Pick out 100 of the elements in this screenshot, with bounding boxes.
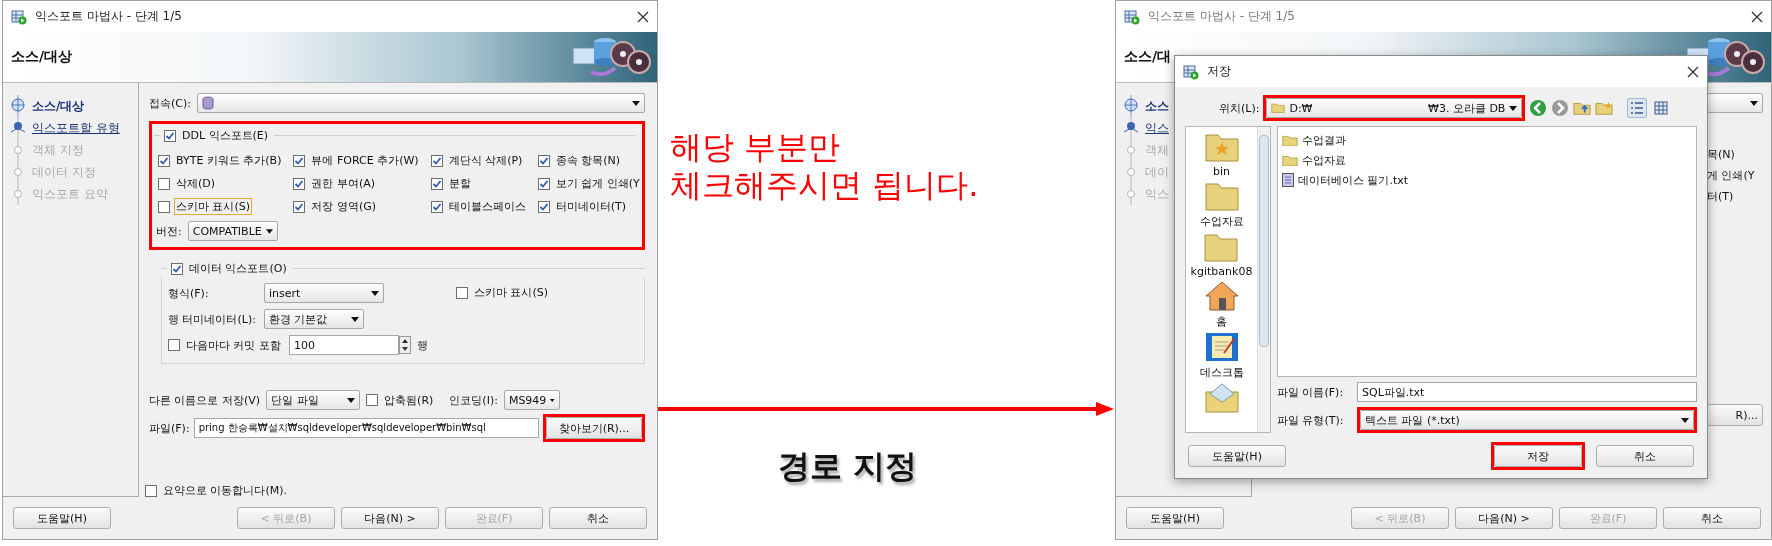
step-link[interactable]: 익스: [1145, 119, 1169, 137]
up-folder-icon[interactable]: [1573, 100, 1592, 116]
header-title: 소스/대상: [11, 48, 73, 66]
caret-icon: [1750, 100, 1758, 106]
step-icon: [9, 117, 27, 139]
file-item[interactable]: 수업자료: [1302, 152, 1346, 168]
place-label[interactable]: kgitbank08: [1190, 265, 1253, 278]
step-link[interactable]: 소스/대상: [32, 97, 85, 115]
checkbox-label: 다음마다 커밋 포함: [185, 337, 282, 354]
forward-icon[interactable]: [1551, 99, 1570, 117]
place-label[interactable]: 홈: [1216, 314, 1227, 329]
dialog-button[interactable]: 취소: [1596, 445, 1694, 467]
checkbox-label: 권한 부여(A): [310, 176, 377, 192]
checkbox[interactable]: [164, 129, 176, 142]
checkbox[interactable]: [293, 154, 306, 167]
file-item[interactable]: 데이터베이스 필기.txt: [1298, 172, 1409, 188]
checkbox[interactable]: [168, 339, 180, 351]
checkbox-label: 저장 영역(G): [310, 199, 378, 215]
field-label: 다른 이름으로 저장(V): [149, 392, 261, 408]
field-label: 위치(L):: [1219, 100, 1260, 116]
checkbox-label: 종속 항목(N): [554, 153, 621, 169]
place-label[interactable]: 수업자료: [1199, 214, 1244, 229]
option-label: 터(T): [1707, 189, 1734, 204]
checkbox[interactable]: [430, 177, 443, 190]
folder-icon: [1282, 133, 1298, 147]
checkbox-label: 데이터 익스포트(O): [188, 261, 288, 277]
window-title: 익스포트 마법사 - 단계 1/5: [35, 8, 183, 25]
wizard-button[interactable]: 다음(N) >: [1455, 507, 1553, 529]
browse-button[interactable]: R)...: [1707, 404, 1763, 426]
scrollbar[interactable]: [1257, 127, 1270, 432]
checkbox[interactable]: [171, 262, 183, 275]
checkbox[interactable]: [537, 200, 550, 213]
checkbox[interactable]: [158, 177, 170, 190]
checkbox[interactable]: [158, 200, 170, 213]
checkbox-label: 스키마 표시(S): [174, 198, 253, 215]
field-label: 행 터미네이터(L):: [168, 311, 257, 327]
wizard-button[interactable]: 취소: [549, 507, 647, 529]
encoding-dropdown[interactable]: MS949: [503, 390, 560, 410]
checkbox[interactable]: [430, 154, 443, 167]
caret-icon: [371, 290, 379, 296]
step-icon: [9, 95, 27, 117]
wizard-button[interactable]: 도움말(H): [13, 507, 111, 529]
notepad-icon: [1203, 331, 1240, 363]
terminator-dropdown[interactable]: 환경 기본값: [264, 309, 364, 329]
back-icon[interactable]: [1529, 99, 1548, 117]
folder-icon: [1271, 102, 1286, 114]
checkbox[interactable]: [293, 200, 306, 213]
checkbox[interactable]: [537, 154, 550, 167]
checkbox[interactable]: [537, 177, 550, 190]
star-folder-icon: [1203, 131, 1240, 163]
wizard-button[interactable]: 취소: [1663, 507, 1761, 529]
location-dropdown[interactable]: D:₩ ₩3. 오라클 DB: [1266, 98, 1523, 118]
checkbox-label: 테이블스페이스: [447, 199, 527, 215]
checkbox-label: 뷰에 FORCE 추가(W): [310, 153, 420, 169]
connection-dropdown[interactable]: [1707, 93, 1763, 113]
database-icon: [202, 96, 214, 110]
close-icon[interactable]: [637, 10, 649, 23]
version-dropdown[interactable]: COMPATIBLE: [187, 221, 278, 241]
folder-icon: [1203, 231, 1240, 263]
checkbox[interactable]: [366, 394, 379, 406]
wizard-button[interactable]: 다음(N) >: [341, 507, 439, 529]
window-icon: [1183, 63, 1199, 80]
place-label[interactable]: 데스크톱: [1199, 365, 1244, 380]
number-field[interactable]: 100: [289, 335, 399, 355]
folder-icon: [1282, 153, 1298, 167]
step-link[interactable]: 소스: [1145, 97, 1169, 115]
view-toggle[interactable]: [1627, 98, 1648, 118]
window-icon: [11, 8, 27, 25]
step-icon: [1122, 95, 1140, 117]
list-view-icon: [1630, 101, 1645, 115]
checkbox[interactable]: [158, 154, 170, 167]
save-as-dropdown[interactable]: 단일 파일: [266, 390, 361, 410]
dialog-title: 저장: [1207, 63, 1232, 80]
checkbox-label: BYTE 키워드 추가(B): [175, 153, 283, 169]
spin-buttons-icon[interactable]: [399, 336, 411, 354]
close-icon[interactable]: [1751, 10, 1763, 23]
header-title: 소스/대: [1124, 48, 1172, 66]
annotation-text: 해당 부분만 체크해주시면 됩니다.: [670, 128, 980, 205]
dialog-button[interactable]: 저장: [1494, 445, 1582, 467]
file-type-dropdown[interactable]: 텍스트 파일 (*.txt): [1360, 410, 1694, 430]
close-icon[interactable]: [1687, 65, 1699, 78]
format-dropdown[interactable]: insert: [264, 283, 384, 303]
step-link[interactable]: 익스포트할 유형: [32, 119, 120, 137]
checkbox[interactable]: [430, 200, 443, 213]
option-label: 목(N): [1707, 147, 1735, 162]
checkbox[interactable]: [456, 286, 468, 299]
file-path-field[interactable]: pring 한승록₩설치₩sqldeveloper₩sqldeveloper₩bin₩sql: [193, 418, 539, 438]
file-name-field[interactable]: SQL파일.txt: [1357, 382, 1697, 402]
file-item[interactable]: 수업결과: [1302, 132, 1346, 148]
place-label[interactable]: bin: [1213, 165, 1230, 178]
checkbox[interactable]: [145, 484, 157, 497]
envelope-folder-icon: [1203, 382, 1240, 414]
dialog-button[interactable]: 도움말(H): [1188, 445, 1286, 467]
wizard-button[interactable]: 도움말(H): [1126, 507, 1224, 529]
caret-icon: [265, 228, 273, 234]
field-label: 형식(F):: [168, 285, 210, 301]
option-label: 게 인쇄(Y: [1707, 168, 1755, 183]
field-label: 접속(C):: [149, 95, 191, 111]
browse-button[interactable]: 찾아보기(R)...: [546, 417, 642, 439]
checkbox[interactable]: [293, 177, 306, 190]
